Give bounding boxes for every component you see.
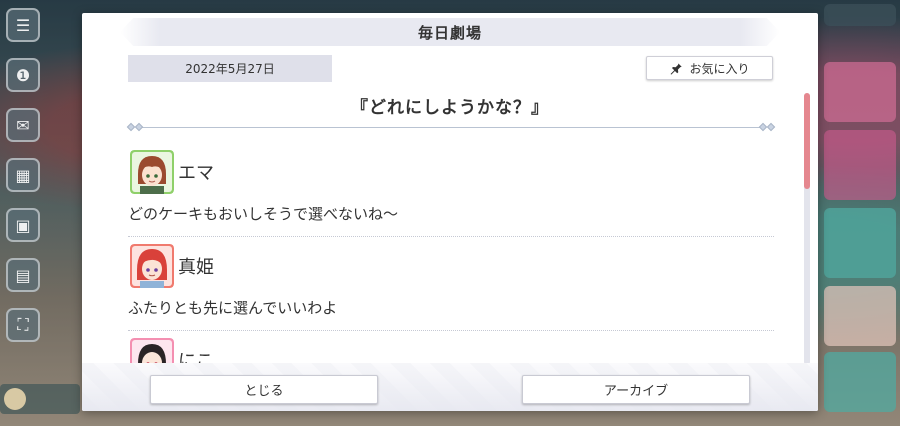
dialogue-entry: エマ どのケーキもおいしそうで選べないね〜 [128,143,774,237]
side-item-badge [0,384,80,414]
pin-icon [671,62,683,75]
avatar-maki [130,244,174,288]
avatar-emma [130,150,174,194]
training-banner [824,286,896,346]
currency-bar [824,4,896,26]
menu-icon: ☰ [6,8,40,42]
notice-banner [824,130,896,200]
scrollbar-thumb[interactable] [804,93,810,189]
favorite-button-label: お気に入り [689,61,750,76]
side-menu: ☰ ❶ ✉ ▦ ▣ ▤ ⛶ [6,8,42,358]
theater-title: 『どれにしようかな？』 [351,98,549,118]
dialogue-text: ふたりとも先に選んでいいわよ [128,299,338,317]
dialogue-list[interactable]: エマ どのケーキもおいしそうで選べないね〜 真姫 ふたりとも先に選んでいいわよ [128,143,774,371]
dialog-title: 毎日劇場 [120,18,780,46]
date-label: 2022年5月27日 [128,55,332,82]
title-divider [126,122,776,133]
shop-icon: ✉ [6,108,40,142]
archive-button[interactable]: アーカイブ [522,375,750,404]
chat-icon: ❶ [6,58,40,92]
card-icon: ▤ [6,258,40,292]
dialogue-text: どのケーキもおいしそうで選べないね〜 [128,205,399,223]
right-background-panel [816,0,900,426]
favorite-button[interactable]: お気に入り [646,56,773,80]
speaker-name: 真姫 [178,257,214,278]
gift-icon: ▦ [6,158,40,192]
daily-theater-dialog: 毎日劇場 2022年5月27日 お気に入り 『どれにしようかな？』 エマ どのケ… [82,13,818,411]
story-banner [824,352,896,412]
close-button[interactable]: とじる [150,375,378,404]
expand-icon: ⛶ [6,308,40,342]
screen-icon: ▣ [6,208,40,242]
scrollbar[interactable] [804,93,810,365]
item-icon [4,388,26,410]
dialogue-entry: 真姫 ふたりとも先に選んでいいわよ [128,237,774,331]
dialog-footer: とじる アーカイブ [82,363,818,411]
live-banner [824,208,896,278]
event-banner [824,62,896,122]
speaker-name: エマ [178,163,214,184]
